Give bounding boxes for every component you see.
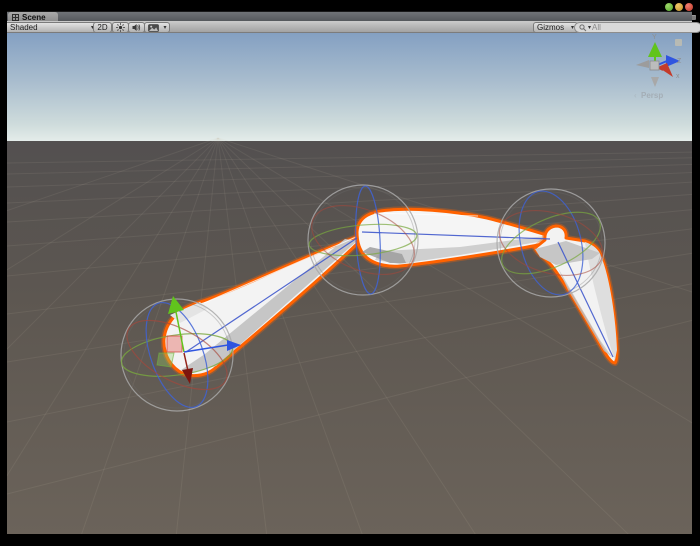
search-field[interactable]: ▾ <box>574 22 700 33</box>
axis-cone-y-icon[interactable] <box>648 42 662 57</box>
caret-down-icon: ▾ <box>163 25 166 31</box>
axis-cone-neg-y-icon[interactable] <box>651 77 659 87</box>
scene-toolbar: Shaded ▾ 2D <box>7 21 692 33</box>
axis-center-cube[interactable] <box>650 61 659 70</box>
toggle-2d-label: 2D <box>97 23 107 32</box>
scene-orientation-gizmo[interactable]: Y Z x ‹ Persp <box>634 34 682 100</box>
axis-label-z: Z <box>677 58 682 65</box>
gizmos-label: Gizmos <box>537 23 564 32</box>
grid-lines <box>7 138 692 534</box>
unity-scene-window: Scene Shaded ▾ 2D <box>0 0 700 546</box>
axis-cone-x-icon[interactable] <box>658 63 673 77</box>
axis-label-y: Y <box>652 34 657 41</box>
search-input[interactable] <box>592 24 682 32</box>
axis-cone-neg-x-icon[interactable] <box>636 60 649 68</box>
tab-bar: Scene <box>7 11 692 21</box>
projection-label[interactable]: Persp <box>641 91 663 100</box>
audio-toggle-button[interactable] <box>128 22 145 33</box>
speaker-icon <box>132 23 141 32</box>
draw-mode-dropdown[interactable]: Shaded ▾ <box>7 22 98 33</box>
sun-icon <box>116 23 125 32</box>
effects-toggle-button[interactable] <box>144 22 162 33</box>
effects-dropdown-button[interactable]: ▾ <box>161 22 170 33</box>
draw-mode-label: Shaded <box>10 23 38 32</box>
gizmos-dropdown[interactable]: Gizmos ▾ <box>533 22 578 33</box>
search-filter-caret-icon[interactable]: ▾ <box>588 25 591 31</box>
projection-chevron-icon: ‹ <box>634 91 637 100</box>
translate-plane-handle-xz[interactable] <box>157 353 174 367</box>
window-titlebar <box>0 0 700 11</box>
scene-3d-overlay: Y Z x ‹ Persp <box>7 33 692 534</box>
grid-icon <box>12 14 19 21</box>
lighting-toggle-button[interactable] <box>112 22 129 33</box>
window-minimize-button[interactable] <box>665 3 673 11</box>
toggle-2d-button[interactable]: 2D <box>93 22 112 33</box>
window-close-button[interactable] <box>685 3 693 11</box>
window-zoom-button[interactable] <box>675 3 683 11</box>
translate-plane-handle-xy[interactable] <box>167 336 182 352</box>
image-icon <box>148 24 159 32</box>
axis-label-x: x <box>676 73 680 80</box>
skybox-sun-spot <box>675 39 682 46</box>
scene-viewport[interactable]: Y Z x ‹ Persp <box>7 33 692 534</box>
magnifier-icon <box>579 24 587 32</box>
